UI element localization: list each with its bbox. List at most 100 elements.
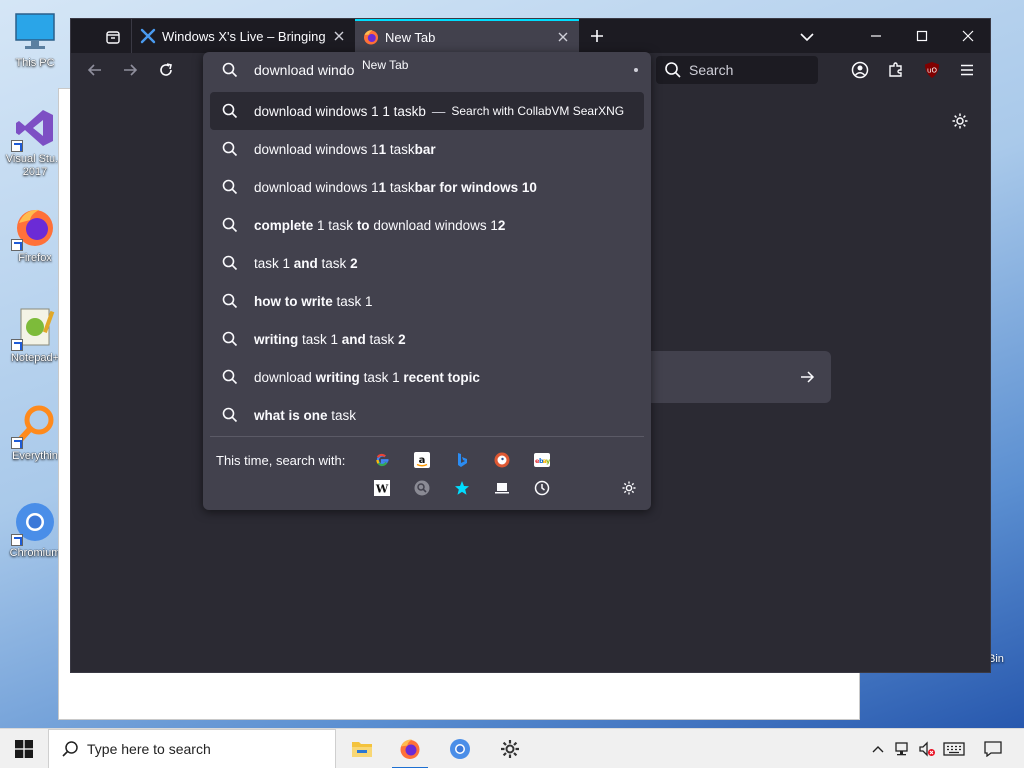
minimize-button[interactable] [853,19,899,53]
suggestion-text: what is one task [254,408,356,423]
notifications-button[interactable] [978,729,1008,768]
oneoff-bing-button[interactable] [449,448,475,472]
bing-icon [458,453,467,467]
volume-button[interactable] [916,729,938,768]
account-button[interactable] [847,58,873,82]
ublock-origin-button[interactable]: uO [919,58,945,82]
suggestion-text-part: task [386,179,415,195]
oneoff-google-button[interactable] [369,448,395,472]
taskbar-firefox[interactable] [386,729,434,768]
taskbar-chromium[interactable] [436,729,484,768]
windows-logo-icon [15,740,33,758]
suggestion-row[interactable]: complete 1 task to download windows 12 [210,206,644,244]
tab-close-button[interactable] [553,27,573,47]
list-all-tabs-button[interactable] [797,27,817,47]
suggestion-text-part: task 1 [332,293,373,309]
firefox-window: Windows X's Live – Bringing the New Tab [70,18,991,673]
network-icon [895,742,908,756]
minimize-icon [871,35,881,37]
search-icon [222,331,238,347]
tab-title: Windows X's Live – Bringing the [162,28,329,44]
history-icon [534,480,550,496]
app-menu-button[interactable] [954,58,980,82]
back-button[interactable] [82,58,108,82]
suggestion-row[interactable]: writing task 1 and task 2 [210,320,644,358]
suggestion-row[interactable]: task 1 and task 2 [210,244,644,282]
suggestion-text-part: writing [254,331,299,347]
reload-button[interactable] [153,58,179,82]
suggestion-row[interactable]: download writing task 1 recent topic [210,358,644,396]
suggestion-row[interactable]: download windows 11 taskbar for windows … [210,168,644,206]
oneoff-tabs-button[interactable] [489,476,515,500]
suggestion-text-part: writing [315,369,360,385]
suggestion-row[interactable]: what is one task [210,396,644,434]
firefox-view-button[interactable] [99,25,127,49]
wikipedia-icon: W [374,480,390,496]
wx-logo-icon [140,28,156,44]
maximize-button[interactable] [899,19,945,53]
search-icon [222,103,238,119]
shortcut-arrow-icon [11,140,23,152]
suggestion-text-part: what is one [254,407,328,423]
tab-close-button[interactable] [329,26,349,46]
ublock-icon: uO [925,62,939,78]
popup-divider [210,436,644,437]
search-bar[interactable]: Search [656,56,818,84]
show-hidden-icons-button[interactable] [868,729,888,768]
arrow-left-icon [87,64,101,76]
suggestion-text: task 1 and task 2 [254,256,358,271]
tab-tooltip: New Tab [354,54,417,76]
bookmarks-icon [455,481,469,495]
tab-windows-x-live[interactable]: Windows X's Live – Bringing the [131,19,355,53]
oneoff-bookmarks-button[interactable] [449,476,475,500]
oneoff-history-button[interactable] [529,476,555,500]
forward-button[interactable] [117,58,143,82]
taskbar: Type here to search [0,728,1024,768]
oneoff-ebay-button[interactable]: ebay [529,448,555,472]
network-status-button[interactable] [892,729,914,768]
urlbar-input[interactable]: download windo [203,52,651,88]
suggestion-row[interactable]: download windows 11 taskbar [210,130,644,168]
oneoff-duckduckgo-button[interactable] [489,448,515,472]
suggestion-text-part: task 1 [359,369,404,385]
shortcut-arrow-icon [11,534,23,546]
search-settings-button[interactable] [616,476,642,500]
keyboard-icon [943,742,965,756]
suggestion-text-part: download windows 1 [254,141,379,157]
suggestion-text-part: download windows 1 [369,217,498,233]
suggestion-text-part: task [317,255,351,271]
settings-icon [501,740,519,758]
suggestion-text-part: 2 [398,331,406,347]
notepad-plus-icon [11,305,57,351]
suggestion-text-part: 1 task [313,217,357,233]
taskbar-file-explorer[interactable] [338,729,386,768]
search-icon [222,179,238,195]
gear-icon [622,481,636,495]
searxng-icon [414,480,430,496]
suggestion-row[interactable]: download windows 1 1 taskb — Search with C… [210,92,644,130]
desktop-icon-this-pc[interactable]: This PC [2,10,68,70]
suggestion-text: download windows 1 1 taskb [254,104,426,119]
tab-new-tab[interactable]: New Tab [355,19,579,53]
notification-icon [984,741,1002,757]
oneoff-searxng-button[interactable] [409,476,435,500]
search-submit-button[interactable] [795,365,819,389]
customize-new-tab-button[interactable] [948,109,972,133]
monitor-icon [13,10,57,54]
new-tab-button[interactable] [585,24,609,48]
suggestion-text: download windows 11 taskbar [254,142,436,157]
oneoff-wikipedia-button[interactable]: W [369,476,395,500]
file-explorer-icon [352,742,372,757]
suggestion-text-part: download windows 1 1 taskb [254,103,426,119]
plus-icon [591,30,603,42]
taskbar-settings[interactable] [486,729,534,768]
firefox-view-icon [106,31,120,44]
extensions-button[interactable] [883,58,909,82]
oneoff-amazon-button[interactable]: a [409,448,435,472]
suggestion-row[interactable]: how to write task 1 [210,282,644,320]
close-window-button[interactable] [945,19,991,53]
start-button[interactable] [0,729,48,768]
tooltip-marker [634,68,638,72]
taskbar-search-box[interactable]: Type here to search [48,729,336,768]
input-keyboard-button[interactable] [940,729,968,768]
